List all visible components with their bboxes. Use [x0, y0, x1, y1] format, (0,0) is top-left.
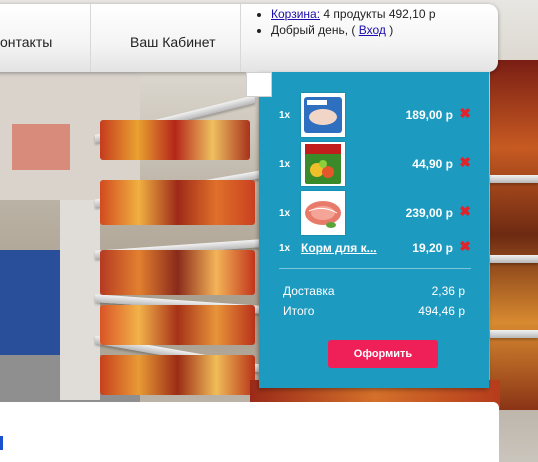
- cart-link[interactable]: Корзина:: [271, 7, 320, 21]
- fish-fillet-package-thumb[interactable]: [301, 93, 345, 137]
- delivery-value: 2,36 р: [431, 284, 465, 298]
- cart-summary-line: Корзина: 4 продукты 492,10 р: [271, 6, 436, 22]
- cart-item-price: 239,00 р: [405, 206, 453, 220]
- nav-separator: [90, 4, 91, 72]
- nav-item-account[interactable]: Ваш Кабинет: [130, 34, 216, 50]
- greeting-line: Добрый день, ( Вход ): [271, 22, 436, 38]
- checkout-button[interactable]: Оформить: [328, 340, 438, 368]
- cart-item-qty: 1x: [279, 243, 291, 254]
- content-panel: [0, 402, 499, 462]
- total-label: Итого: [283, 304, 315, 318]
- cart-item-qty: 1x: [279, 208, 291, 219]
- cart-item-price: 189,00 р: [405, 108, 453, 122]
- remove-item-icon[interactable]: ✖: [459, 203, 471, 220]
- remove-item-icon[interactable]: ✖: [459, 105, 471, 122]
- cart-item-qty: 1x: [279, 110, 291, 121]
- total-value: 494,46 р: [418, 304, 465, 318]
- cart-item-row: 1x 44,90 р ✖: [259, 142, 489, 186]
- user-info-box: Корзина: 4 продукты 492,10 р Добрый день…: [257, 6, 436, 38]
- cart-dropdown-panel: 1x 189,00 р ✖ 1x 44,90 р ✖ 1x 239,00 р ✖…: [259, 72, 489, 388]
- nav-separator: [240, 4, 241, 72]
- login-link[interactable]: Вход: [359, 23, 386, 37]
- cart-item-row: 1x 189,00 р ✖: [259, 93, 489, 137]
- cart-item-price: 19,20 р: [412, 241, 453, 255]
- content-link-fragment[interactable]: [0, 436, 3, 450]
- cart-summary-text: 4 продукты 492,10 р: [323, 7, 436, 21]
- cart-divider: [279, 268, 471, 269]
- vegetable-mix-package-thumb[interactable]: [301, 142, 345, 186]
- cart-dropdown-notch: [246, 72, 272, 97]
- nav-item-contacts[interactable]: онтакты: [0, 34, 52, 50]
- remove-item-icon[interactable]: ✖: [459, 154, 471, 171]
- cart-item-name-link[interactable]: Корм для к...: [301, 241, 377, 255]
- delivery-label: Доставка: [283, 284, 335, 298]
- greeting-close: ): [389, 23, 394, 37]
- cart-item-qty: 1x: [279, 159, 291, 170]
- cart-item-price: 44,90 р: [412, 157, 453, 171]
- cart-item-row: 1x Корм для к... 19,20 р ✖: [259, 226, 489, 270]
- remove-item-icon[interactable]: ✖: [459, 238, 471, 255]
- greeting-text: Добрый день, (: [271, 23, 356, 37]
